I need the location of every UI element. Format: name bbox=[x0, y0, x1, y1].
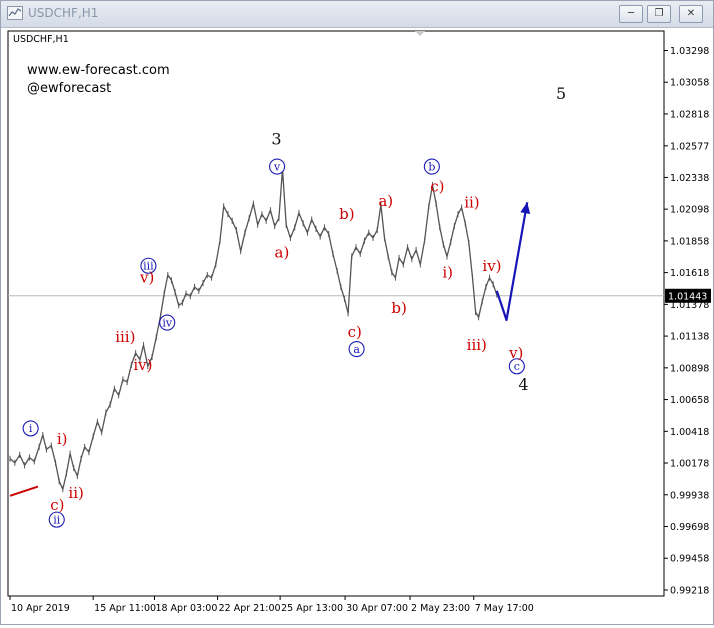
wave-label-red: ii) bbox=[68, 484, 83, 502]
wave-label-degree: 3 bbox=[271, 129, 281, 148]
wave-label-red: a) bbox=[378, 192, 393, 210]
wave-label-degree: 4 bbox=[518, 375, 528, 394]
wave-label-red: v) bbox=[139, 269, 154, 287]
price-chart[interactable]: USDCHF,H1 www.ew-forecast.com @ewforecas… bbox=[1, 28, 713, 624]
plot-frame bbox=[7, 30, 665, 597]
wave-label-red: v) bbox=[508, 344, 523, 362]
wave-label-red: b) bbox=[391, 299, 406, 317]
x-tick-label: 2 May 23:00 bbox=[411, 603, 470, 614]
wave-label-circled: ii bbox=[48, 511, 65, 528]
wave-label-text: i bbox=[29, 422, 33, 435]
y-tick-label: 1.02818 bbox=[670, 109, 709, 120]
y-tick-label: 1.03298 bbox=[670, 46, 709, 57]
y-tick-label: 1.00418 bbox=[670, 427, 709, 438]
y-tick-label: 0.99458 bbox=[670, 554, 709, 565]
watermark-url: www.ew-forecast.com bbox=[27, 63, 170, 78]
watermark-handle: @ewforecast bbox=[27, 81, 111, 96]
wave-label-red: iii) bbox=[467, 336, 487, 354]
y-tick-label: 1.00898 bbox=[670, 363, 709, 374]
chart-window: USDCHF,H1 ─ ❐ ✕ USDCHF,H1 www.ew-forecas… bbox=[0, 0, 714, 625]
wave-label-red: i) bbox=[57, 430, 68, 448]
y-tick-label: 1.03058 bbox=[670, 78, 709, 89]
wave-label-red: b) bbox=[339, 205, 354, 223]
y-tick-label: 1.02577 bbox=[670, 141, 709, 152]
wave-label-red: c) bbox=[430, 177, 444, 195]
wave-label-text: a bbox=[353, 343, 360, 356]
wave-label-text: iv bbox=[162, 316, 173, 329]
x-axis: 10 Apr 2019 15 Apr 11:00 18 Apr 03:00 22 Ap… bbox=[9, 596, 534, 614]
x-tick-label: 18 Apr 03:00 bbox=[155, 603, 217, 614]
wave-label-circled: v bbox=[269, 158, 286, 175]
wave-label-red: a) bbox=[275, 244, 290, 262]
restore-icon: ❐ bbox=[654, 8, 664, 19]
y-tick-label: 1.00178 bbox=[670, 459, 709, 470]
chart-area[interactable]: USDCHF,H1 www.ew-forecast.com @ewforecas… bbox=[1, 28, 713, 624]
wave-label-red: c) bbox=[348, 323, 362, 341]
minimize-icon: ─ bbox=[627, 8, 635, 19]
y-tick-label: 0.99698 bbox=[670, 522, 709, 533]
wave-label-circled: b bbox=[423, 158, 440, 175]
close-icon: ✕ bbox=[686, 8, 696, 19]
wave-label-text: v bbox=[273, 160, 281, 173]
x-tick-label: 30 Apr 07:00 bbox=[346, 603, 408, 614]
y-tick-label: 1.01858 bbox=[670, 236, 709, 247]
wave-label-red: ii) bbox=[464, 193, 479, 211]
symbol-label: USDCHF,H1 bbox=[13, 34, 69, 45]
wave-label-red: iv) bbox=[482, 257, 501, 275]
wave-label-text: b bbox=[428, 160, 435, 173]
x-tick-label: 22 Apr 21:00 bbox=[219, 603, 281, 614]
wave-label-degree: 5 bbox=[556, 84, 566, 103]
window-title: USDCHF,H1 bbox=[28, 6, 99, 20]
y-tick-label: 1.00658 bbox=[670, 395, 709, 406]
x-tick-label: 10 Apr 2019 bbox=[11, 603, 70, 614]
close-button[interactable]: ✕ bbox=[679, 5, 703, 23]
y-tick-label: 1.02338 bbox=[670, 173, 709, 184]
wave-label-red: iii) bbox=[115, 328, 135, 346]
y-tick-label: 0.99218 bbox=[670, 585, 709, 596]
current-price-box: 1.01443 bbox=[665, 288, 711, 303]
current-price-label: 1.01443 bbox=[668, 291, 707, 302]
wave-label-red: c) bbox=[50, 496, 64, 514]
window-titlebar[interactable]: USDCHF,H1 ─ ❐ ✕ bbox=[1, 1, 713, 28]
wave-label-text: ii bbox=[53, 513, 61, 526]
x-tick-label: 25 Apr 13:00 bbox=[281, 603, 343, 614]
y-tick-label: 1.01138 bbox=[670, 332, 709, 343]
minimize-button[interactable]: ─ bbox=[619, 5, 643, 23]
x-tick-label: 7 May 17:00 bbox=[475, 603, 534, 614]
wave-label-circled: i bbox=[22, 420, 39, 437]
wave-label-circled: iv bbox=[159, 314, 176, 331]
y-tick-label: 0.99938 bbox=[670, 490, 709, 501]
y-axis: 1.03298 1.03058 1.02818 1.02577 1.02338 1.020… bbox=[664, 46, 709, 596]
wave-label-red: iv) bbox=[133, 356, 152, 374]
y-tick-label: 1.02098 bbox=[670, 205, 709, 216]
wave-label-circled: a bbox=[348, 341, 365, 358]
wave-label-red: i) bbox=[442, 263, 453, 281]
y-tick-label: 1.01618 bbox=[670, 268, 709, 279]
x-tick-label: 15 Apr 11:00 bbox=[94, 603, 156, 614]
chart-window-icon bbox=[7, 6, 23, 20]
restore-button[interactable]: ❐ bbox=[647, 5, 671, 23]
